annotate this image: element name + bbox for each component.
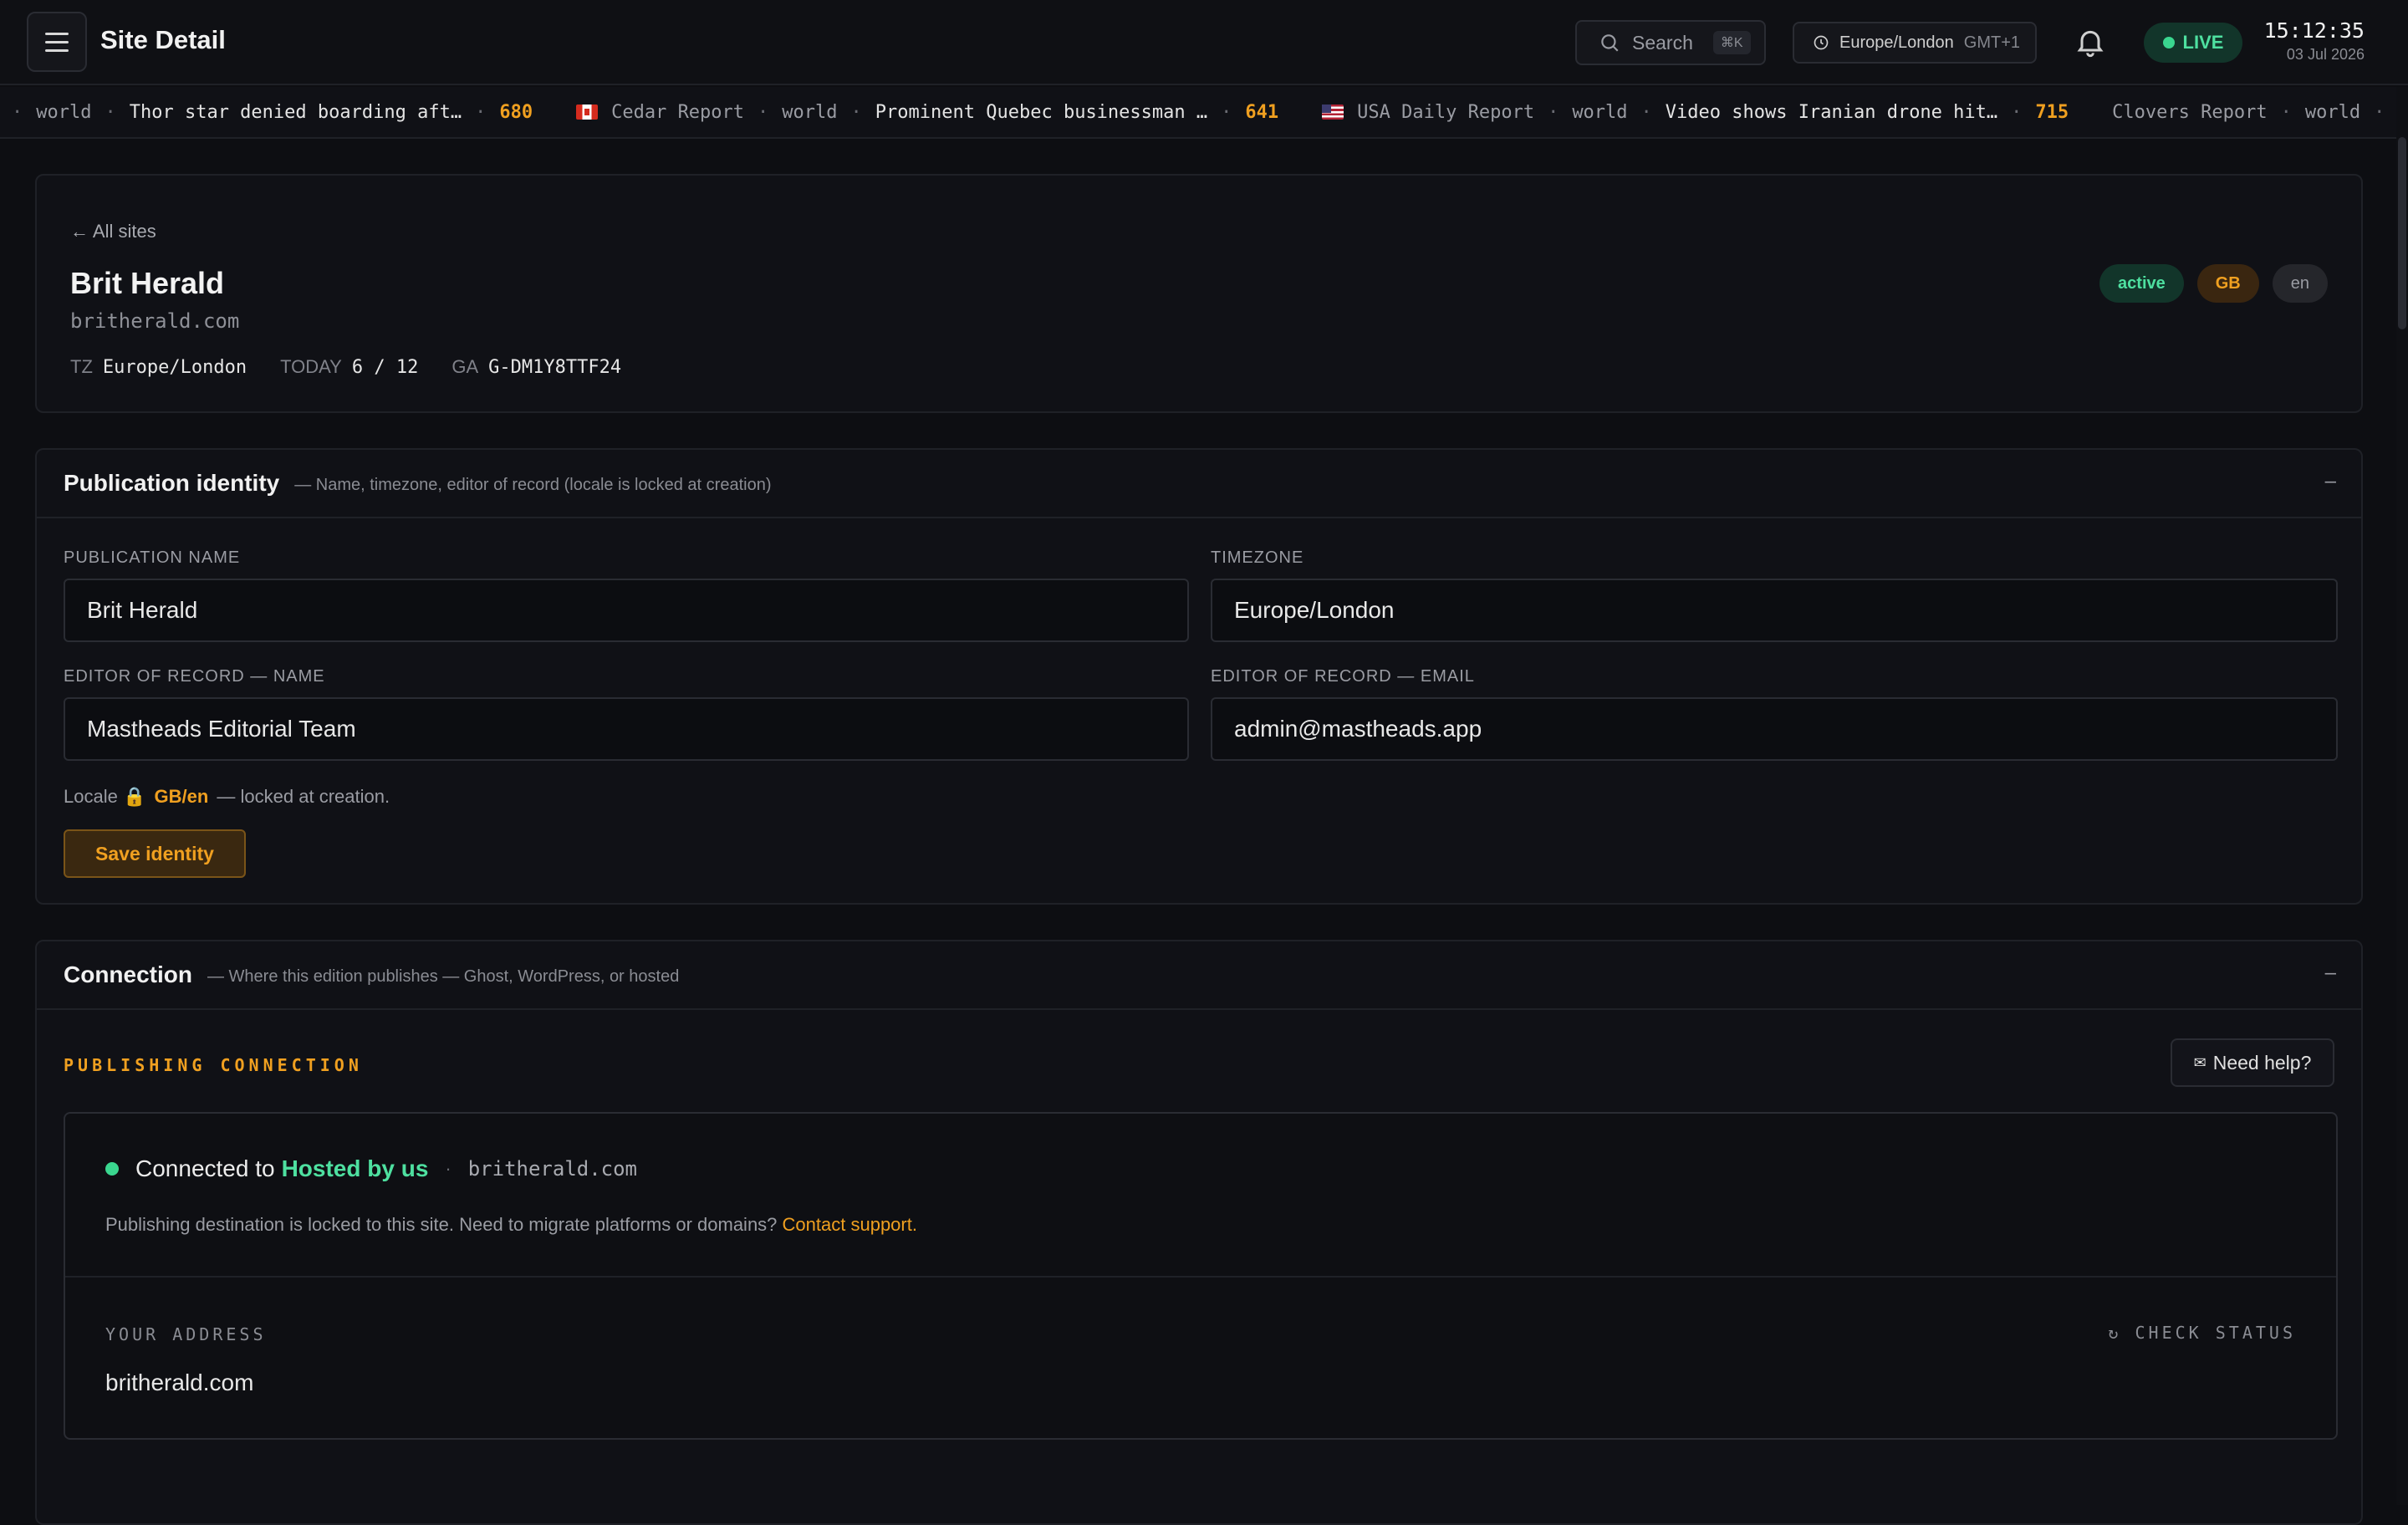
news-ticker: · world · Thor star denied boarding aft…… (0, 87, 2396, 139)
language-badge: en (2272, 264, 2328, 303)
timezone-selector[interactable]: Europe/London GMT+1 (1793, 22, 2037, 64)
meta-today: TODAY 6 / 12 (280, 356, 419, 378)
site-header-panel: ← All sites Brit Herald britherald.com T… (35, 174, 2363, 413)
bell-icon[interactable] (2074, 25, 2107, 59)
connection-domain: britherald.com (467, 1157, 638, 1181)
connection-host: Hosted by us (281, 1155, 429, 1181)
locale-value: GB/en (154, 786, 209, 807)
page-title: Site Detail (100, 25, 226, 54)
clock-time: 15:12:35 (2263, 18, 2365, 43)
connection-subtitle: — Where this edition publishes — Ghost, … (207, 967, 680, 986)
editor-email-label: EDITOR OF RECORD — EMAIL (1211, 667, 1475, 686)
gmt-offset: GMT+1 (1963, 33, 2021, 52)
clock-date: 03 Jul 2026 (2286, 46, 2365, 63)
publishing-connection-label: PUBLISHING CONNECTION (64, 1055, 363, 1075)
ticker-count: 715 (2035, 101, 2069, 123)
ticker-count: 641 (1245, 101, 1279, 123)
envelope-icon: ✉ (2193, 1053, 2206, 1071)
search-button[interactable]: Search ⌘K (1575, 20, 1766, 65)
refresh-icon: ↻ (2108, 1323, 2122, 1343)
live-label: LIVE (2182, 32, 2224, 53)
identity-title: Publication identity (64, 470, 280, 496)
top-bar: Site Detail Search ⌘K Europe/London GMT+… (0, 0, 2408, 85)
site-badges: active GB en (2099, 264, 2328, 303)
lock-icon: 🔒 (122, 786, 146, 807)
status-dot-icon (105, 1162, 119, 1176)
ticker-category: world (36, 101, 92, 123)
live-badge: LIVE (2144, 23, 2242, 63)
identity-subtitle: — Name, timezone, editor of record (loca… (294, 475, 772, 494)
arrow-left-icon: ← (70, 221, 89, 242)
timezone-label: Europe/London (1839, 33, 1954, 52)
connection-title: Connection (64, 961, 192, 987)
back-link[interactable]: ← All sites (70, 221, 156, 242)
ticker-headline: Thor star denied boarding aft… (129, 101, 462, 123)
locale-note: Locale 🔒 GB/en — locked at creation. (64, 786, 390, 807)
save-identity-button[interactable]: Save identity (64, 829, 246, 878)
clock-icon (1814, 35, 1829, 50)
canada-flag-icon (576, 105, 599, 120)
timezone-input[interactable]: Europe/London (1211, 579, 2338, 642)
publication-identity-panel: Publication identity — Name, timezone, e… (35, 448, 2363, 905)
divider (65, 1276, 2336, 1278)
check-status-button[interactable]: ↻ CHECK STATUS (2108, 1323, 2296, 1343)
ticker-category: world (1572, 101, 1628, 123)
ticker-item[interactable]: Cedar Report · world · Prominent Quebec … (576, 102, 1278, 123)
connection-section-header[interactable]: Connection — Where this edition publishe… (37, 941, 2361, 1010)
ticker-headline: Video shows Iranian drone hit… (1665, 101, 1998, 123)
connection-card: Connected to Hosted by us · britherald.c… (64, 1112, 2338, 1440)
collapse-icon[interactable]: – (2325, 961, 2336, 985)
help-label: Need help? (2212, 1051, 2312, 1074)
site-meta: TZ Europe/London TODAY 6 / 12 GA G-DM1Y8TTF… (70, 356, 621, 378)
connection-note: Publishing destination is locked to this… (105, 1214, 917, 1235)
need-help-button[interactable]: ✉ Need help? (2171, 1038, 2334, 1087)
connection-panel: Connection — Where this edition publishe… (35, 940, 2363, 1525)
editor-name-input[interactable]: Mastheads Editorial Team (64, 697, 1189, 761)
scrollbar-thumb[interactable] (2398, 137, 2406, 329)
search-shortcut: ⌘K (1712, 31, 1751, 54)
address-value: britherald.com (105, 1369, 254, 1395)
ticker-count: 680 (499, 101, 533, 123)
contact-support-link[interactable]: Contact support. (783, 1214, 917, 1235)
timezone-field-label: TIMEZONE (1211, 548, 1304, 567)
identity-section-header[interactable]: Publication identity — Name, timezone, e… (37, 450, 2361, 518)
ticker-source: Clovers Report (2112, 101, 2268, 123)
your-address-label: YOUR ADDRESS (105, 1324, 267, 1344)
clock: 15:12:35 03 Jul 2026 (2258, 18, 2365, 64)
connection-status: Connected to Hosted by us · britherald.c… (105, 1155, 637, 1182)
ticker-item[interactable]: · world · Thor star denied boarding aft…… (12, 102, 533, 123)
site-domain: britherald.com (70, 309, 240, 333)
publication-name-label: PUBLICATION NAME (64, 548, 241, 567)
ticker-headline: Prominent Quebec businessman … (875, 101, 1208, 123)
back-label: All sites (92, 221, 156, 242)
country-badge: GB (2196, 264, 2259, 303)
page-scrollbar[interactable] (2396, 87, 2408, 1505)
menu-icon[interactable] (27, 12, 87, 72)
search-label: Search (1632, 31, 1693, 54)
ticker-source: Cedar Report (611, 101, 745, 123)
ticker-item[interactable]: Clovers Report · world · Pr (2112, 102, 2396, 123)
meta-timezone: TZ Europe/London (70, 356, 247, 378)
publication-name-input[interactable]: Brit Herald (64, 579, 1189, 642)
editor-email-input[interactable]: admin@mastheads.app (1211, 697, 2338, 761)
editor-name-label: EDITOR OF RECORD — NAME (64, 667, 325, 686)
ticker-category: world (782, 101, 838, 123)
ticker-item[interactable]: USA Daily Report · world · Video shows I… (1322, 102, 2069, 123)
site-name: Brit Herald (70, 266, 225, 300)
ticker-category: world (2304, 101, 2361, 123)
ticker-source: USA Daily Report (1357, 101, 1535, 123)
live-dot-icon (2162, 37, 2175, 48)
collapse-icon[interactable]: – (2325, 470, 2336, 493)
search-icon (1601, 34, 1619, 52)
status-badge: active (2099, 264, 2184, 303)
meta-ga: GA G-DM1Y8TTF24 (452, 356, 622, 378)
usa-flag-icon (1322, 105, 1344, 120)
